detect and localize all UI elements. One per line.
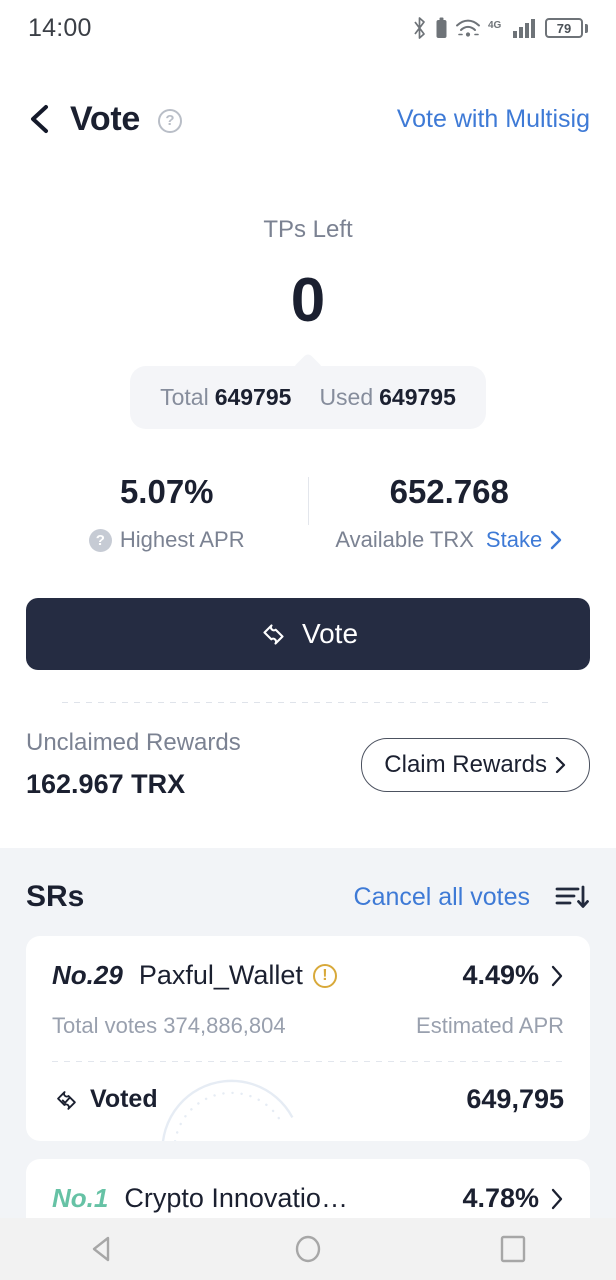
srs-section: SRs Cancel all votes Voted No.29: [0, 848, 616, 1261]
ballot-check-icon: [57, 1090, 76, 1110]
sr-row-voted: Voted 649,795: [52, 1062, 564, 1141]
battery-nub: [585, 23, 588, 33]
sr-row-primary: No.29 Paxful_Wallet ! 4.49%: [52, 960, 564, 991]
sr-name-group: No.29 Paxful_Wallet !: [52, 960, 337, 991]
sr-apr-group: 4.49%: [462, 960, 564, 991]
claim-rewards-button[interactable]: Claim Rewards: [361, 737, 590, 792]
sr-apr-value: 4.49%: [462, 960, 539, 990]
stat-highest-apr: 5.07% ? Highest APR: [26, 473, 308, 553]
sr-name-text: Paxful_Wallet: [138, 960, 303, 990]
highest-apr-sub: ? Highest APR: [26, 527, 308, 553]
vote-button-label: Vote: [301, 618, 359, 649]
status-bar: 14:00 4G 79: [0, 0, 616, 56]
tp-used-label: Used: [319, 384, 374, 410]
nav-home-icon[interactable]: [291, 1232, 325, 1266]
battery-icon: 79: [545, 18, 588, 38]
voted-tag: Voted: [52, 1085, 158, 1114]
sr-apr-group: 4.78%: [462, 1183, 564, 1214]
voted-count: 649,795: [466, 1084, 564, 1114]
bluetooth-icon: [414, 17, 425, 39]
svg-text:4G: 4G: [488, 20, 502, 31]
chevron-right-icon-sr[interactable]: [551, 965, 564, 987]
sr-name-text: Crypto Innovatio…: [124, 1183, 348, 1213]
tp-summary-pill-wrap: Total 649795 Used 649795: [0, 352, 616, 429]
warning-icon[interactable]: !: [312, 963, 337, 988]
sr-total-votes: Total votes 374,886,804: [52, 1013, 286, 1038]
unclaimed-rewards-label: Unclaimed Rewards: [26, 729, 241, 756]
tp-used-value: 649795: [379, 384, 456, 410]
sr-rank: No.1: [52, 1183, 109, 1213]
nav-back-icon[interactable]: [86, 1232, 120, 1266]
pill-notch: [292, 352, 324, 384]
rewards-text-group: Unclaimed Rewards 162.967 TRX: [26, 729, 241, 800]
tp-total-value: 649795: [214, 384, 292, 410]
sr-apr-value: 4.78%: [462, 1183, 539, 1213]
stake-link[interactable]: Stake: [486, 527, 542, 553]
available-trx-label: Available TRX: [335, 527, 474, 552]
chevron-right-icon-sr[interactable]: [551, 1188, 564, 1210]
available-trx-value: 652.768: [389, 473, 509, 510]
voted-label: Voted: [90, 1085, 158, 1113]
sr-name: Paxful_Wallet !: [139, 960, 337, 991]
sr-name-group: No.1 Crypto Innovatio…: [52, 1183, 348, 1214]
sr-estimated-apr-label: Estimated APR: [416, 1013, 564, 1038]
vote-with-multisig-link[interactable]: Vote with Multisig: [397, 105, 590, 134]
tp-total: Total 649795: [160, 384, 291, 411]
unclaimed-rewards-row: Unclaimed Rewards 162.967 TRX Claim Rewa…: [0, 703, 616, 800]
wifi-icon: [456, 19, 480, 37]
stat-available-trx: 652.768 Available TRX Stake: [309, 473, 591, 553]
tps-left-value: 0: [290, 266, 326, 335]
srs-title: SRs: [26, 880, 85, 913]
signal-bars-icon: [513, 19, 535, 38]
question-mark-icon[interactable]: ?: [157, 108, 182, 133]
tp-summary-pill: Total 649795 Used 649795: [130, 352, 486, 429]
sr-rank: No.29: [52, 960, 123, 990]
cancel-all-votes-link[interactable]: Cancel all votes: [354, 883, 530, 912]
highest-apr-value: 5.07%: [119, 473, 214, 510]
page-header: Vote ? Vote with Multisig: [0, 84, 616, 154]
sr-name: Crypto Innovatio…: [124, 1183, 348, 1214]
tps-left-label: TPs Left: [263, 216, 353, 243]
question-mark-icon-apr[interactable]: ?: [88, 528, 112, 552]
back-chevron-icon[interactable]: [26, 104, 52, 134]
network-4g-label: 4G: [488, 20, 502, 31]
chevron-right-icon-claim: [555, 756, 566, 773]
android-nav-bar: [0, 1218, 616, 1280]
tp-total-label: Total: [160, 384, 209, 410]
available-trx-sub: Available TRX Stake: [309, 527, 591, 553]
claim-rewards-label: Claim Rewards: [384, 750, 547, 778]
unclaimed-rewards-value: 162.967 TRX: [26, 769, 186, 799]
battery-small-icon: [436, 17, 447, 38]
stats-row: 5.07% ? Highest APR 652.768 Available TR…: [0, 473, 616, 553]
app-screen: 14:00 4G 79 Vote ? Vote with Multisig TP…: [0, 0, 616, 1280]
ballot-icon: [263, 624, 284, 645]
header-left-group: Vote ?: [26, 100, 182, 139]
page-title: Vote: [70, 99, 140, 138]
sr-list-item[interactable]: Voted No.29 Paxful_Wallet ! 4.49%: [26, 936, 590, 1141]
nav-recents-icon[interactable]: [496, 1232, 530, 1266]
battery-level: 79: [545, 18, 583, 38]
status-time: 14:00: [28, 13, 92, 42]
vote-button[interactable]: Vote: [26, 598, 590, 670]
srs-header-actions: Cancel all votes: [354, 882, 590, 912]
chevron-right-icon-stake[interactable]: [550, 530, 563, 550]
srs-header: SRs Cancel all votes: [0, 848, 616, 936]
sort-descending-icon[interactable]: [554, 882, 590, 912]
tp-used: Used 649795: [319, 384, 455, 411]
sr-row-primary: No.1 Crypto Innovatio… 4.78%: [52, 1183, 564, 1214]
highest-apr-label: Highest APR: [119, 527, 245, 552]
status-icons: 4G 79: [411, 16, 588, 40]
sr-row-secondary: Total votes 374,886,804 Estimated APR: [52, 1013, 564, 1039]
